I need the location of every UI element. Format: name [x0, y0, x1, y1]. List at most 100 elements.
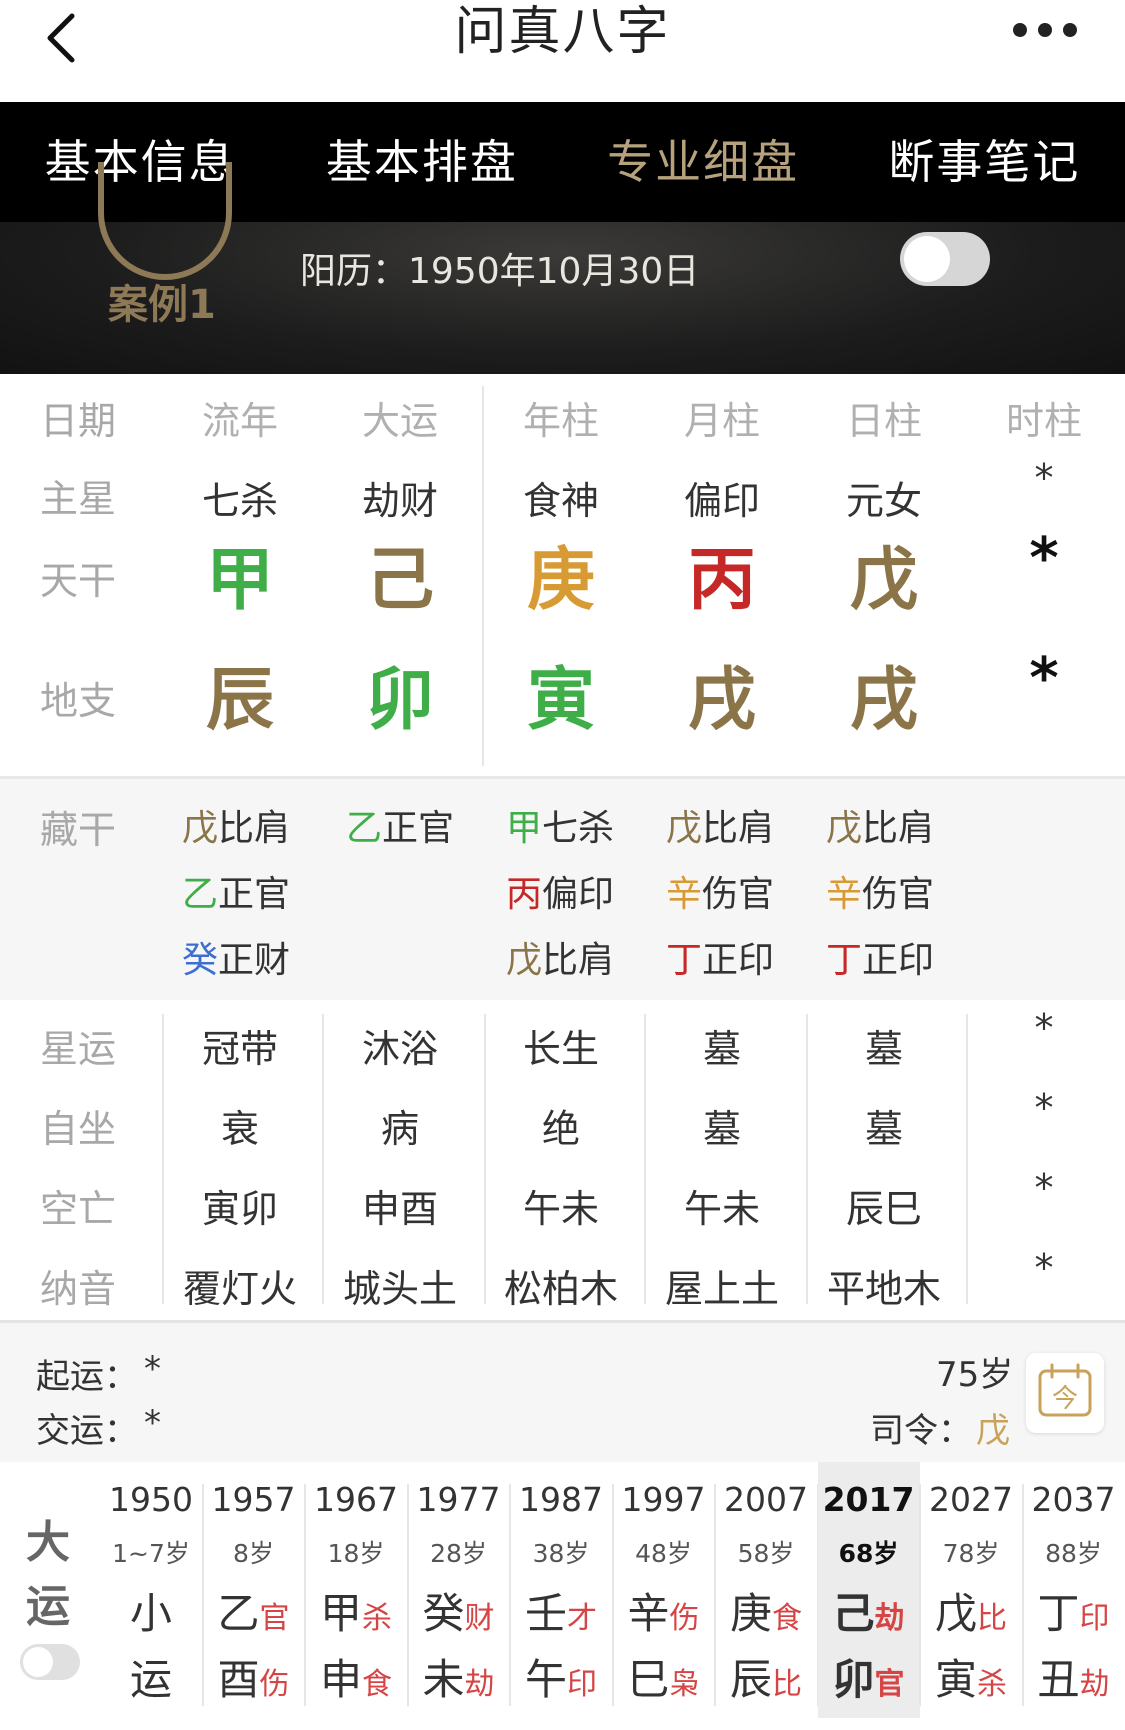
- pillars-table: 日期 主星 天干 地支 流年 大运 年柱 月柱 日柱 时柱 七杀 劫财 食神 偏印 元女 * 甲己庚丙戊…: [0, 374, 1125, 776]
- star-cell: 病: [380, 1107, 419, 1151]
- more-options-icon[interactable]: [1010, 18, 1080, 42]
- main-star-cell: 偏印: [683, 479, 760, 523]
- dayun-stem-char: 辛: [627, 1589, 670, 1638]
- dizhi-cell[interactable]: 辰: [190, 644, 290, 743]
- star-cell: 墓: [864, 1107, 903, 1151]
- dayun-column[interactable]: 1977 28岁 癸财 未劫: [408, 1462, 510, 1718]
- row-label-xingyun: 星运: [40, 1027, 117, 1071]
- dayun-stem-char: 甲: [319, 1589, 362, 1638]
- hidden-stem-item: 丁正印: [666, 931, 774, 983]
- star-cell: 沐浴: [361, 1027, 438, 1071]
- dayun-column[interactable]: 2037 88岁 丁印 丑劫: [1023, 1462, 1125, 1718]
- star-cell: 屋上土: [664, 1267, 779, 1311]
- dizhi-cell[interactable]: 寅: [511, 644, 611, 743]
- dayun-age: 58岁: [737, 1539, 795, 1568]
- main-star-cell: 元女: [845, 479, 922, 523]
- dizhi-cell[interactable]: *: [994, 646, 1094, 711]
- dayun-stem-char: 壬: [524, 1589, 567, 1638]
- dizhi-cell[interactable]: 戌: [834, 644, 934, 743]
- dayun-stem: 癸财: [408, 1580, 510, 1641]
- dayun-branch-god: 比: [772, 1667, 802, 1702]
- page-title: 问真八字: [454, 2, 671, 62]
- dayun-age: 48岁: [635, 1539, 692, 1568]
- hidden-stem-god: 正印: [702, 940, 775, 981]
- dayun-stem-char: 乙: [217, 1589, 260, 1638]
- dayun-strip: 大 运 1950 1~7岁小运 1957 8岁 乙官 酉伤 1967 18岁 甲杀 申食 1977 2…: [0, 1462, 1125, 1730]
- tiangan-cell[interactable]: 庚: [511, 524, 611, 623]
- dayun-column[interactable]: 1997 48岁 辛伤 巳枭: [613, 1462, 715, 1718]
- tiangan-cell[interactable]: 甲: [190, 524, 290, 623]
- dayun-branch-char: 酉: [217, 1655, 260, 1704]
- dayun-stem: 辛伤: [613, 1580, 715, 1641]
- tab-basic-chart[interactable]: 基本排盘: [281, 102, 562, 222]
- dayun-year: 1977: [416, 1480, 501, 1519]
- dayun-column[interactable]: 1957 8岁 乙官 酉伤: [203, 1462, 305, 1718]
- star-cell: 长生: [522, 1027, 599, 1071]
- dayun-branch-god: 劫: [1079, 1667, 1110, 1702]
- tab-notes[interactable]: 断事笔记: [844, 102, 1125, 222]
- row-label-date: 日期: [40, 399, 117, 443]
- dayun-toggle[interactable]: [20, 1644, 80, 1680]
- hidden-stem-item: 戊比肩: [666, 799, 774, 851]
- dayun-branch: 巳枭: [613, 1646, 715, 1707]
- today-button[interactable]: 今: [1026, 1353, 1104, 1433]
- dayun-year: 1997: [621, 1480, 706, 1519]
- dayun-year: 1987: [519, 1480, 603, 1519]
- tiangan-cell[interactable]: *: [994, 526, 1094, 591]
- privacy-toggle[interactable]: [900, 232, 990, 286]
- star-cell: 松柏木: [503, 1267, 618, 1311]
- tiangan-cell[interactable]: 戊: [834, 524, 934, 623]
- siling-label: 司令：: [870, 1411, 972, 1451]
- dayun-stem-god: 杀: [362, 1601, 392, 1636]
- dizhi-cell[interactable]: 卯: [350, 644, 450, 743]
- dayun-stem: 壬才: [510, 1580, 612, 1641]
- dayun-branch-char: 巳: [627, 1655, 670, 1704]
- dayun-year: 1957: [211, 1480, 296, 1519]
- row-label-dizhi: 地支: [40, 679, 117, 723]
- hidden-stem-god: 比肩: [702, 808, 775, 849]
- dayun-column[interactable]: 2007 58岁 庚食 辰比: [715, 1462, 817, 1718]
- dayun-stem-god: 印: [1079, 1601, 1110, 1636]
- star-cell: 申酉: [361, 1187, 438, 1231]
- star-cell: *: [1034, 1086, 1054, 1130]
- dayun-age: 1~7岁: [112, 1539, 190, 1568]
- dayun-column[interactable]: 2027 78岁 戊比 寅杀: [920, 1462, 1022, 1718]
- dayun-column[interactable]: 1967 18岁 甲杀 申食: [305, 1462, 407, 1718]
- hidden-stem-item: 乙正官: [182, 865, 290, 917]
- qiyun-label: 起运：: [36, 1357, 138, 1397]
- tiangan-cell[interactable]: 己: [350, 524, 450, 623]
- hidden-stem-god: 正印: [862, 940, 935, 981]
- dayun-column[interactable]: 2017 68岁 己劫 卯官: [817, 1462, 920, 1718]
- hidden-stem-item: 戊比肩: [506, 931, 614, 983]
- main-star-cell: 食神: [522, 479, 599, 523]
- dayun-branch-char: 午: [524, 1655, 567, 1704]
- dayun-stem-char: 丁: [1037, 1589, 1080, 1638]
- dayun-stem-god: 食: [772, 1601, 802, 1636]
- hidden-stem-god: 比肩: [862, 808, 935, 849]
- qiyun-value: *: [144, 1349, 161, 1389]
- column-header: 流年: [201, 399, 278, 443]
- dayun-stem-char: 庚: [729, 1589, 772, 1638]
- dayun-column[interactable]: 1950 1~7岁小运: [100, 1462, 202, 1718]
- hidden-stem-char: 丁: [666, 940, 703, 981]
- tab-professional-detail[interactable]: 专业细盘: [563, 102, 844, 222]
- dayun-branch: 申食: [305, 1646, 407, 1707]
- dayun-stem-god: 伤: [669, 1601, 700, 1636]
- dayun-branch-god: 官: [874, 1667, 905, 1702]
- avatar[interactable]: [98, 162, 232, 280]
- row-label-zizuo: 自坐: [40, 1107, 117, 1151]
- hidden-stem-item: 戊比肩: [826, 799, 934, 851]
- dayun-stem-char: 癸: [422, 1589, 465, 1638]
- dayun-branch-char: 辰: [729, 1655, 772, 1704]
- dayun-label-2: 运: [26, 1581, 70, 1632]
- toggle-knob: [23, 1647, 53, 1677]
- tiangan-cell[interactable]: 丙: [672, 524, 772, 623]
- star-cell: 城头土: [342, 1267, 457, 1311]
- dayun-year: 2027: [929, 1480, 1013, 1519]
- dayun-column[interactable]: 1987 38岁 壬才 午印: [510, 1462, 612, 1718]
- main-star-cell: *: [1034, 456, 1054, 500]
- dizhi-cell[interactable]: 戌: [672, 644, 772, 743]
- dayun-branch-god: 杀: [977, 1667, 1007, 1702]
- hidden-stem-item: 丙偏印: [506, 865, 614, 917]
- dayun-stem: 丁印: [1023, 1580, 1125, 1641]
